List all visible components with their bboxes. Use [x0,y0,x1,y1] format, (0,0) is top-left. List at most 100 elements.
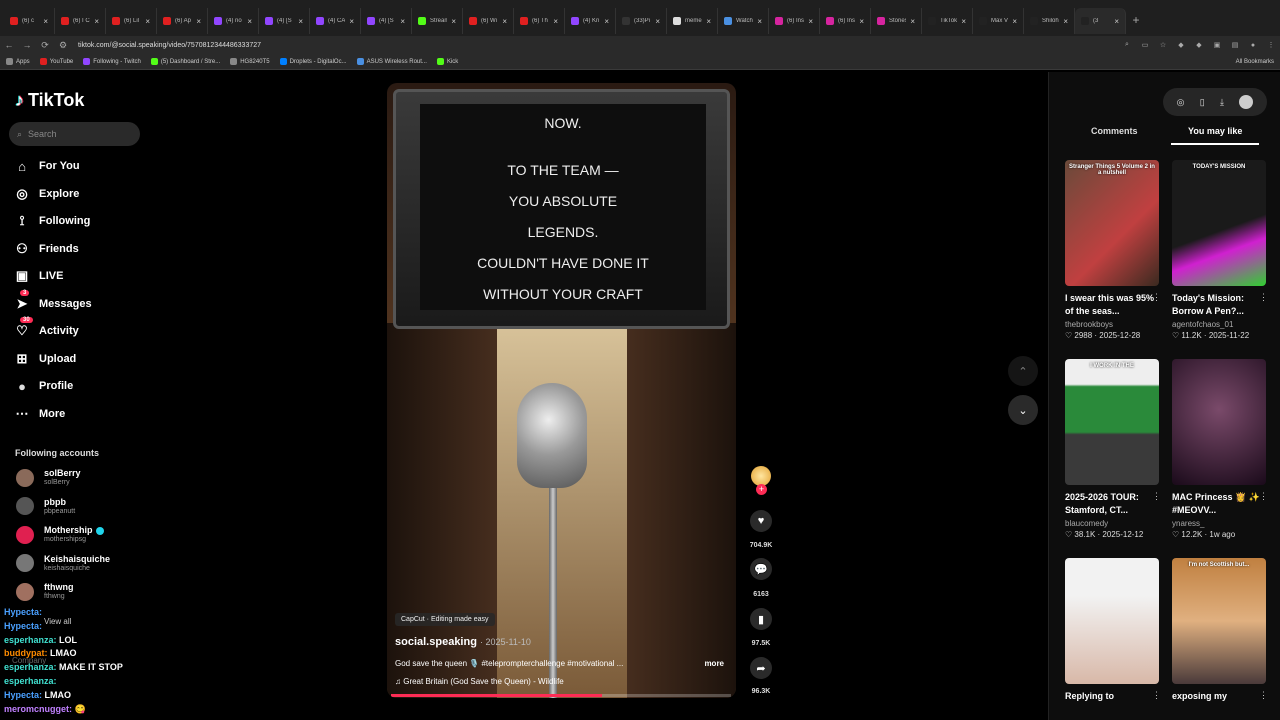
nav-item-for-you[interactable]: ⌂ For You [14,158,79,174]
close-tab-icon[interactable]: × [859,17,864,26]
next-video-button[interactable]: ⌄ [1008,395,1038,425]
extension-icon[interactable]: ◆ [1190,40,1208,50]
browser-tab[interactable]: (6) Ins × [769,8,820,34]
video-player[interactable]: NOW. TO THE TEAM — YOU ABSOLUTE LEGENDS. COU… [387,83,736,698]
profile-avatar-icon[interactable]: ● [1244,40,1262,50]
forward-icon[interactable]: → [18,40,36,50]
card-more-icon[interactable]: ⋮ [1259,690,1268,701]
browser-tab[interactable]: Stream × [412,8,463,34]
search-input[interactable]: ⌕ Search [9,122,140,146]
card-more-icon[interactable]: ⋮ [1152,292,1161,303]
bookmark-item[interactable]: Following - Twitch [83,58,141,65]
recommended-video-card[interactable]: Stranger Things 5 Volume 2 in a nutshell… [1065,160,1161,340]
recommended-video-card[interactable]: I WORK IN THE 2025-2026 TOUR: Stamford, C… [1065,359,1161,539]
menu-icon[interactable]: ⋮ [1262,40,1280,50]
browser-tab[interactable]: Watch × [718,8,769,34]
close-tab-icon[interactable]: × [298,17,303,26]
video-author[interactable]: thebrookboys [1065,320,1159,329]
close-tab-icon[interactable]: × [43,17,48,26]
following-account[interactable]: fthwng fthwng [16,582,74,601]
browser-tab[interactable]: (33)Pi × [616,8,667,34]
close-tab-icon[interactable]: × [553,17,558,26]
close-tab-icon[interactable]: × [1114,17,1119,26]
browser-tab[interactable]: (6) Lil × [106,8,157,34]
recommended-video-card[interactable]: Replying to ⋮ [1065,558,1161,718]
video-title[interactable]: Today's Mission: Borrow A Pen?... [1172,292,1266,320]
video-title[interactable]: exposing my [1172,690,1266,718]
all-bookmarks-button[interactable]: All Bookmarks [1236,59,1274,65]
close-tab-icon[interactable]: × [757,17,762,26]
url-field[interactable]: tiktok.com/@social.speaking/video/757081… [78,42,1118,49]
user-avatar[interactable] [1239,95,1254,109]
bookmark-item[interactable]: HG8240T5 [230,58,270,65]
sidebar-icon[interactable]: ▤ [1226,40,1244,50]
video-title[interactable]: MAC Princess 👸 ✨ #MEOVV... [1172,491,1266,519]
browser-tab[interactable]: (4) [S × [361,8,412,34]
bookmark-item[interactable]: (5) Dashboard / Stre... [150,58,220,65]
close-tab-icon[interactable]: × [604,17,609,26]
close-tab-icon[interactable]: × [349,17,354,26]
browser-tab[interactable]: Shiloh × [1024,8,1075,34]
video-thumbnail[interactable]: Stranger Things 5 Volume 2 in a nutshell [1065,160,1159,286]
close-tab-icon[interactable]: × [196,17,201,26]
close-tab-icon[interactable]: × [961,17,966,26]
recommended-video-card[interactable]: MAC Princess 👸 ✨ #MEOVV... ⋮ ynaress_ ♡ 12.… [1172,359,1268,539]
nav-item-more[interactable]: ⋯ More [14,406,66,422]
previous-video-button[interactable]: ⌃ [1008,356,1038,386]
capcut-badge[interactable]: CapCut · Editing made easy [395,613,495,626]
nav-item-explore[interactable]: ◎ Explore [14,186,79,202]
video-author[interactable]: agentofchaos_01 [1172,320,1266,329]
close-tab-icon[interactable]: × [451,17,456,26]
nav-item-profile[interactable]: ● Profile [14,378,73,394]
bookmark-item[interactable]: YouTube [39,58,73,65]
video-thumbnail[interactable]: I'm not Scottish but... [1172,558,1266,684]
video-thumbnail[interactable] [1172,359,1266,485]
zoom-icon[interactable]: ⌕ [1118,40,1136,50]
cast-icon[interactable]: ▭ [1136,40,1154,50]
close-tab-icon[interactable]: × [247,17,252,26]
video-title[interactable]: 2025-2026 TOUR: Stamford, CT... [1065,491,1159,519]
close-tab-icon[interactable]: × [94,17,99,26]
recommended-video-card[interactable]: TODAY'S MISSION Today's Mission: Borrow A… [1172,160,1268,340]
nav-item-messages[interactable]: ➤ 3 Messages [14,289,92,312]
bookmark-item[interactable]: Kick [436,58,458,65]
nav-item-activity[interactable]: ♡ 30 Activity [14,317,79,339]
close-tab-icon[interactable]: × [655,17,660,26]
video-thumbnail[interactable]: TODAY'S MISSION [1172,160,1266,286]
creator-avatar[interactable] [751,466,771,486]
close-tab-icon[interactable]: × [400,17,405,26]
browser-tab[interactable]: (6) I C × [55,8,106,34]
download-icon[interactable]: ⤓ [1220,97,1224,108]
save-button[interactable]: ▮ [750,608,772,630]
close-tab-icon[interactable]: × [706,17,711,26]
tab-you-may-like[interactable]: You may like [1188,126,1242,136]
close-tab-icon[interactable]: × [1012,17,1017,26]
browser-tab[interactable]: (4) no × [208,8,259,34]
extension-icon[interactable]: ◆ [1172,40,1190,50]
bookmark-item[interactable]: ASUS Wireless Rout... [356,58,427,65]
following-account[interactable]: Keishaisquiche keishaisquiche [16,554,110,573]
share-button[interactable]: ➦ [750,657,772,679]
nav-item-friends[interactable]: ⚇ Friends [14,241,79,257]
browser-tab[interactable]: Max V × [973,8,1024,34]
new-tab-button[interactable]: + [1126,13,1146,27]
following-account[interactable]: solBerry solBerry [16,468,81,487]
back-icon[interactable]: ← [0,40,18,50]
browser-tab[interactable]: (6) Th × [514,8,565,34]
browser-tab[interactable]: (4) Kn × [565,8,616,34]
site-info-icon[interactable]: ⚙ [54,40,72,51]
video-author[interactable]: social.speaking · 2025-11-10 [395,636,531,648]
close-tab-icon[interactable]: × [145,17,150,26]
music-track[interactable]: ♫ Great Britain (God Save the Queen) - W… [395,677,564,686]
bookmark-star-icon[interactable]: ☆ [1154,40,1172,50]
video-author[interactable]: ynaress_ [1172,519,1266,528]
close-tab-icon[interactable]: × [808,17,813,26]
tab-comments[interactable]: Comments [1091,126,1138,136]
browser-tab[interactable]: (4) [S × [259,8,310,34]
card-more-icon[interactable]: ⋮ [1259,292,1268,303]
author-name[interactable]: social.speaking [395,636,477,648]
browser-tab[interactable]: (4) CA × [310,8,361,34]
comment-button[interactable]: 💬 [750,558,772,580]
compass-icon[interactable]: ◎ [1177,97,1185,108]
close-tab-icon[interactable]: × [910,17,915,26]
